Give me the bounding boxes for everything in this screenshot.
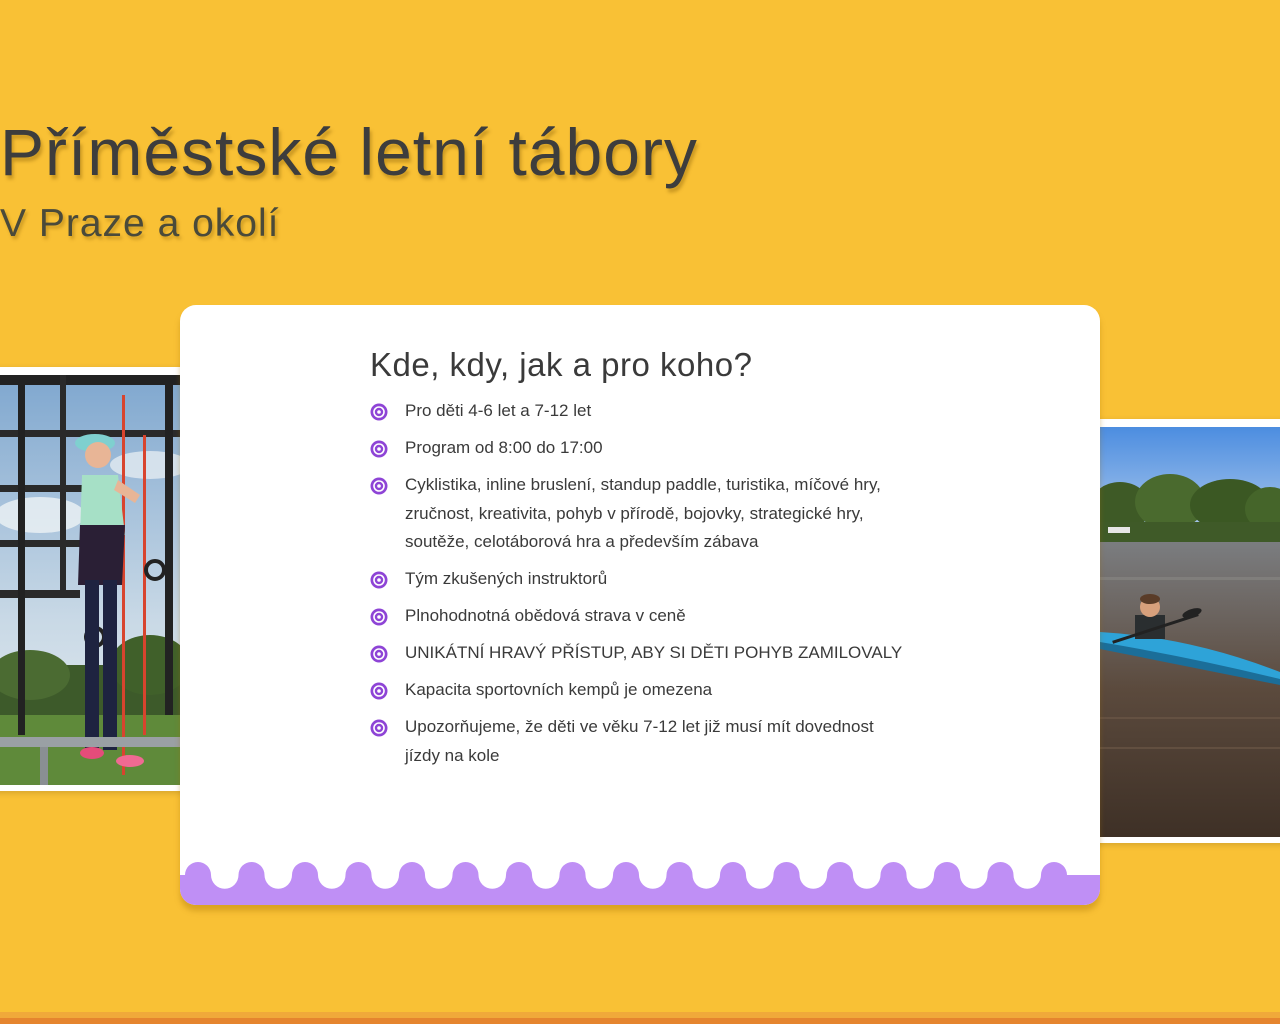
purple-flower-icon bbox=[370, 608, 388, 626]
page-subtitle: V Praze a okolí bbox=[0, 202, 280, 245]
purple-flower-icon bbox=[370, 440, 388, 458]
list-item-text: Pro děti 4-6 let a 7-12 let bbox=[405, 401, 592, 420]
photo-climbing-girl bbox=[0, 367, 190, 791]
list-item-text: Plnohodnotná obědová strava v ceně bbox=[405, 606, 686, 625]
list-item: UNIKÁTNÍ HRAVÝ PŘÍSTUP, ABY SI DĚTI POHY… bbox=[370, 639, 910, 668]
card-heading: Kde, kdy, jak a pro koho? bbox=[370, 346, 753, 383]
list-item: Tým zkušených instruktorů bbox=[370, 565, 910, 594]
purple-flower-icon bbox=[370, 682, 388, 700]
list-item: Kapacita sportovních kempů je omezena bbox=[370, 676, 910, 705]
bottom-accent-bar bbox=[0, 1012, 1280, 1024]
purple-flower-icon bbox=[370, 477, 388, 495]
scalloped-wave-decoration bbox=[180, 862, 1100, 905]
list-item: Pro děti 4-6 let a 7-12 let bbox=[370, 397, 910, 426]
list-item-text: Upozorňujeme, že děti ve věku 7-12 let j… bbox=[405, 717, 874, 765]
purple-flower-icon bbox=[370, 645, 388, 663]
list-item-text: Kapacita sportovních kempů je omezena bbox=[405, 680, 713, 699]
page-title: Příměstské letní tábory bbox=[0, 115, 698, 189]
list-item: Plnohodnotná obědová strava v ceně bbox=[370, 602, 910, 631]
list-item-text: Cyklistika, inline bruslení, standup pad… bbox=[405, 475, 881, 551]
info-list: Pro děti 4-6 let a 7-12 let Program od 8… bbox=[370, 397, 910, 779]
list-item-text: Program od 8:00 do 17:00 bbox=[405, 438, 603, 457]
list-item-text: Tým zkušených instruktorů bbox=[405, 569, 608, 588]
photo-kayak-boy bbox=[1090, 419, 1280, 843]
bottom-accent-line bbox=[0, 1018, 1280, 1024]
info-card: Kde, kdy, jak a pro koho? Pro děti 4-6 l… bbox=[180, 305, 1100, 905]
list-item-text: UNIKÁTNÍ HRAVÝ PŘÍSTUP, ABY SI DĚTI POHY… bbox=[405, 643, 903, 662]
list-item: Program od 8:00 do 17:00 bbox=[370, 434, 910, 463]
purple-flower-icon bbox=[370, 571, 388, 589]
list-item: Upozorňujeme, že děti ve věku 7-12 let j… bbox=[370, 713, 910, 770]
purple-flower-icon bbox=[370, 719, 388, 737]
list-item: Cyklistika, inline bruslení, standup pad… bbox=[370, 471, 910, 557]
purple-flower-icon bbox=[370, 403, 388, 421]
